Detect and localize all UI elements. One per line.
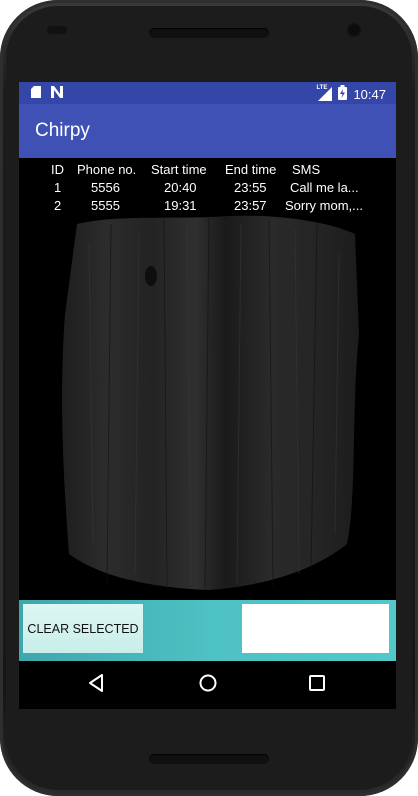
earpiece-speaker: [149, 28, 269, 38]
clear-selected-button[interactable]: CLEAR SELECTED: [23, 604, 143, 653]
screen: LTE 10:47 Chirpy ID Phone no. Start time…: [19, 82, 396, 709]
cell-sms: Call me la...: [290, 180, 359, 195]
nav-bar: [19, 661, 396, 709]
notification-n-icon: [51, 86, 63, 101]
header-start-time: Start time: [151, 162, 207, 177]
header-phone: Phone no.: [77, 162, 137, 177]
content-area: ID Phone no. Start time End time SMS 1 5…: [19, 158, 396, 600]
app-bar: Chirpy: [19, 104, 396, 158]
header-id: ID: [51, 162, 64, 177]
cell-end-time: 23:57: [234, 198, 267, 213]
table-header-row: ID Phone no. Start time End time SMS: [19, 162, 396, 180]
lte-signal-icon: LTE: [316, 85, 333, 101]
cell-id: 2: [54, 198, 62, 213]
wood-texture-background: [62, 215, 359, 591]
cell-sms: Sorry mom,...: [285, 198, 364, 213]
back-icon[interactable]: [85, 672, 107, 699]
device-frame: LTE 10:47 Chirpy ID Phone no. Start time…: [0, 0, 418, 796]
front-camera-icon: [346, 22, 362, 38]
calls-table: ID Phone no. Start time End time SMS 1 5…: [19, 162, 396, 216]
app-title: Chirpy: [35, 120, 90, 141]
cell-id: 1: [54, 180, 62, 195]
bottom-speaker: [149, 754, 269, 764]
cell-phone: 5555: [91, 198, 120, 213]
bottom-action-bar: CLEAR SELECTED: [19, 600, 396, 661]
proximity-sensor: [47, 26, 67, 34]
cell-start-time: 19:31: [164, 198, 197, 213]
table-row[interactable]: 1 5556 20:40 23:55 Call me la...: [19, 180, 396, 198]
home-icon[interactable]: [197, 672, 219, 699]
blank-panel: [242, 604, 389, 653]
recents-icon[interactable]: [307, 673, 327, 698]
sd-card-icon: [31, 86, 41, 101]
header-end-time: End time: [225, 162, 277, 177]
cell-end-time: 23:55: [234, 180, 267, 195]
status-bar: LTE 10:47: [19, 82, 396, 104]
table-row[interactable]: 2 5555 19:31 23:57 Sorry mom,...: [19, 198, 396, 216]
cell-phone: 5556: [91, 180, 120, 195]
cell-start-time: 20:40: [164, 180, 197, 195]
status-time: 10:47: [353, 86, 386, 102]
header-sms: SMS: [292, 162, 321, 177]
battery-charging-icon: [338, 85, 348, 103]
